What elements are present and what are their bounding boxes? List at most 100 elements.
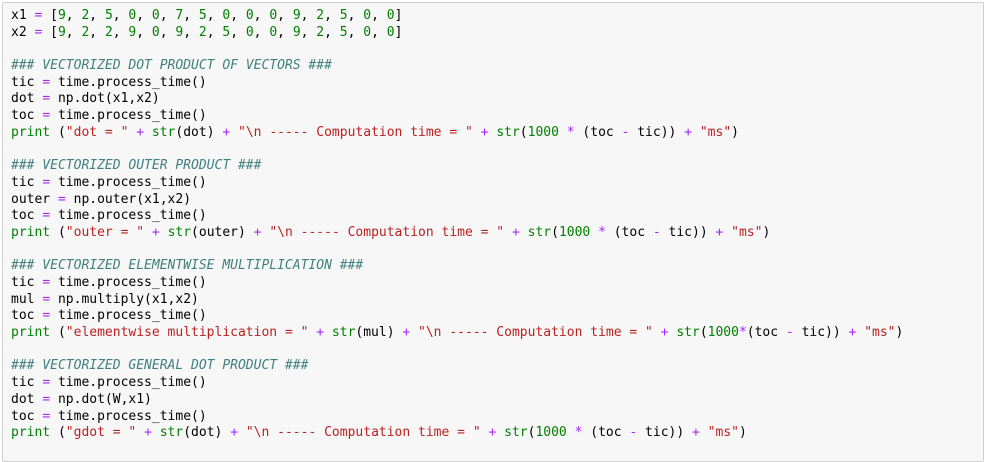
code-token: ] bbox=[394, 8, 403, 23]
code-line: print ("dot = " + str(dot) + "\n ----- C… bbox=[11, 125, 903, 142]
code-token: "outer = " bbox=[65, 224, 145, 240]
code-token: (dot) bbox=[183, 425, 231, 441]
code-token: "ms" bbox=[699, 124, 732, 140]
code-token: (toc bbox=[582, 425, 630, 441]
code-token: 1000 bbox=[535, 425, 567, 441]
code-token: , bbox=[112, 8, 129, 23]
code-token: time.process_time() bbox=[50, 408, 207, 424]
code-line: dot = np.dot(x1,x2) bbox=[11, 91, 903, 108]
code-token: "dot = " bbox=[65, 124, 129, 140]
code-line: mul = np.multiply(x1,x2) bbox=[11, 292, 903, 309]
code-token: 5 bbox=[222, 24, 231, 40]
code-token: , bbox=[371, 24, 387, 40]
code-token: - bbox=[785, 325, 794, 341]
code-token: mul bbox=[11, 291, 43, 307]
code-token: print bbox=[11, 325, 51, 341]
code-token: str bbox=[676, 325, 700, 341]
code-token: = bbox=[42, 308, 51, 324]
code-token: 9 bbox=[292, 8, 301, 23]
code-token: tic)) bbox=[793, 325, 849, 341]
code-line: toc = time.process_time() bbox=[11, 108, 903, 125]
code-token: = bbox=[42, 291, 51, 307]
code-token: , bbox=[324, 24, 340, 40]
code-line: toc = time.process_time() bbox=[11, 208, 903, 225]
code-token: + bbox=[660, 325, 669, 341]
code-token: np.outer(x1,x2) bbox=[65, 191, 192, 207]
code-token: , bbox=[159, 8, 176, 23]
code-token: 9 bbox=[57, 8, 66, 23]
code-token: , bbox=[183, 24, 199, 40]
code-token: 0 bbox=[269, 8, 278, 23]
code-token: (dot) bbox=[175, 124, 223, 140]
code-token: "\n ----- Computation time = " bbox=[418, 325, 653, 341]
code-token: = bbox=[57, 191, 66, 207]
code-token: , bbox=[89, 8, 105, 23]
code-token: np.multiply(x1,x2) bbox=[50, 291, 199, 307]
code-token: 0 bbox=[363, 24, 372, 40]
code-token: ) bbox=[895, 325, 904, 341]
code-token: 1000 bbox=[558, 224, 591, 240]
code-cell[interactable]: x1 = [9, 2, 5, 0, 0, 7, 5, 0, 0, 0, 9, 2… bbox=[2, 2, 984, 462]
code-token: tic bbox=[11, 74, 43, 90]
code-token: = bbox=[42, 174, 51, 190]
code-token: , bbox=[300, 8, 317, 23]
code-token: ### VECTORIZED OUTER PRODUCT ### bbox=[11, 158, 262, 174]
code-token: 2 bbox=[198, 24, 207, 40]
code-token: np.dot(x1,x2) bbox=[50, 91, 160, 107]
code-token: [ bbox=[42, 8, 58, 23]
code-token: , bbox=[206, 24, 223, 40]
code-token: ( bbox=[50, 124, 66, 140]
code-token: ] bbox=[394, 24, 403, 40]
code-token: ) bbox=[731, 124, 739, 140]
code-token: , bbox=[300, 24, 317, 40]
code-token: (toc bbox=[746, 325, 786, 341]
code-line: tic = time.process_time() bbox=[11, 75, 903, 92]
code-token: ( bbox=[519, 124, 528, 140]
code-token: , bbox=[371, 8, 387, 23]
code-token: "ms" bbox=[707, 425, 739, 441]
code-token: "ms" bbox=[864, 325, 896, 341]
code-token: 5 bbox=[339, 8, 348, 23]
code-token: ### VECTORIZED ELEMENTWISE MULTIPLICATIO… bbox=[11, 258, 364, 274]
code-token: "gdot = " bbox=[65, 425, 137, 441]
code-token: 0 bbox=[386, 8, 395, 23]
code-token: , bbox=[65, 8, 82, 23]
code-token: , bbox=[277, 8, 293, 23]
code-line: print ("elementwise multiplication = " +… bbox=[11, 325, 903, 342]
code-token: (toc bbox=[605, 224, 653, 240]
code-token: toc bbox=[11, 108, 43, 124]
code-token: str bbox=[151, 124, 176, 140]
code-token: str bbox=[496, 124, 520, 140]
code-token: , bbox=[112, 24, 129, 40]
code-editor[interactable]: x1 = [9, 2, 5, 0, 0, 7, 5, 0, 0, 0, 9, 2… bbox=[11, 8, 903, 442]
code-token: = bbox=[42, 408, 51, 424]
code-token: ) bbox=[738, 425, 747, 441]
code-token: [ bbox=[42, 24, 58, 40]
code-token: str bbox=[167, 224, 192, 240]
code-token: + bbox=[684, 124, 693, 140]
code-token: 5 bbox=[339, 24, 348, 40]
code-token: tic)) bbox=[637, 425, 693, 441]
code-token: 0 bbox=[269, 24, 278, 40]
code-line: tic = time.process_time() bbox=[11, 375, 903, 392]
code-token: dot bbox=[11, 391, 43, 407]
code-token: x1 bbox=[11, 8, 35, 23]
code-token: + bbox=[144, 425, 152, 441]
code-token: + bbox=[222, 124, 231, 140]
code-token: 0 bbox=[222, 8, 231, 23]
code-token: 5 bbox=[198, 8, 207, 23]
code-token: ### VECTORIZED DOT PRODUCT OF VECTORS ##… bbox=[11, 58, 332, 74]
code-token: "\n ----- Computation time = " bbox=[245, 425, 481, 441]
code-token: 0 bbox=[245, 8, 254, 23]
